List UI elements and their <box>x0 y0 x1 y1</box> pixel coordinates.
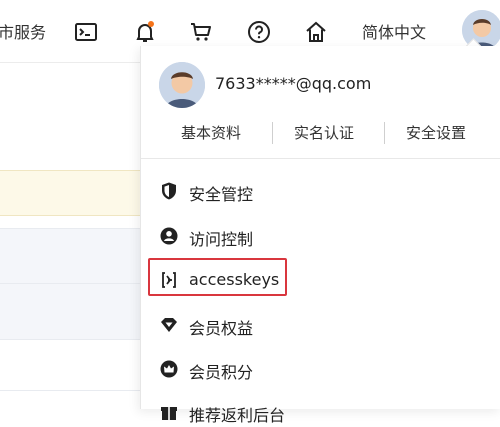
cart-icon[interactable] <box>188 19 214 45</box>
link-separator <box>272 122 273 144</box>
account-dropdown: 7633*****@qq.com 基本资料 实名认证 安全设置 安全管控 访问控… <box>140 46 500 425</box>
help-icon[interactable] <box>246 19 272 45</box>
menu-item-access-control[interactable]: 访问控制 <box>159 221 479 251</box>
link-basic-profile[interactable]: 基本资料 <box>181 122 241 143</box>
background-area <box>0 63 140 169</box>
background-row <box>0 283 140 340</box>
menu-item-security-control[interactable]: 安全管控 <box>159 176 479 206</box>
user-circle-icon <box>159 226 179 246</box>
link-real-name-verification[interactable]: 实名认证 <box>294 122 354 143</box>
user-avatar <box>159 62 205 108</box>
language-switch[interactable]: 简体中文 <box>362 19 426 43</box>
menu-item-member-points[interactable]: 会员积分 <box>159 354 479 384</box>
bell-icon[interactable] <box>132 19 158 45</box>
menu-item-member-benefits[interactable]: 会员权益 <box>159 310 479 340</box>
home-icon[interactable] <box>303 19 329 45</box>
menu-item-label: 安全管控 <box>189 185 254 204</box>
diamond-icon <box>159 315 179 335</box>
highlight-box <box>148 258 287 296</box>
background-divider <box>0 390 140 391</box>
menu-item-label: 会员权益 <box>189 319 254 338</box>
notification-dot <box>148 21 154 27</box>
link-separator <box>384 122 385 144</box>
background-notice-stripe <box>0 170 140 216</box>
gift-icon <box>159 402 179 422</box>
terminal-icon[interactable] <box>73 19 99 45</box>
service-menu-text[interactable]: 市服务 <box>0 19 46 43</box>
menu-item-label: 访问控制 <box>189 230 254 249</box>
user-email: 7633*****@qq.com <box>215 74 372 93</box>
menu-item-label: 推荐返利后台 <box>189 406 286 425</box>
link-security-settings[interactable]: 安全设置 <box>406 122 466 143</box>
panel-divider <box>141 158 500 159</box>
menu-item-label: 会员积分 <box>189 363 254 382</box>
background-row <box>0 228 140 283</box>
menu-item-referral-rebate[interactable]: 推荐返利后台 <box>159 397 479 427</box>
account-links: 基本资料 实名认证 安全设置 <box>141 118 500 148</box>
crown-icon <box>159 359 179 379</box>
shield-icon <box>159 181 179 201</box>
